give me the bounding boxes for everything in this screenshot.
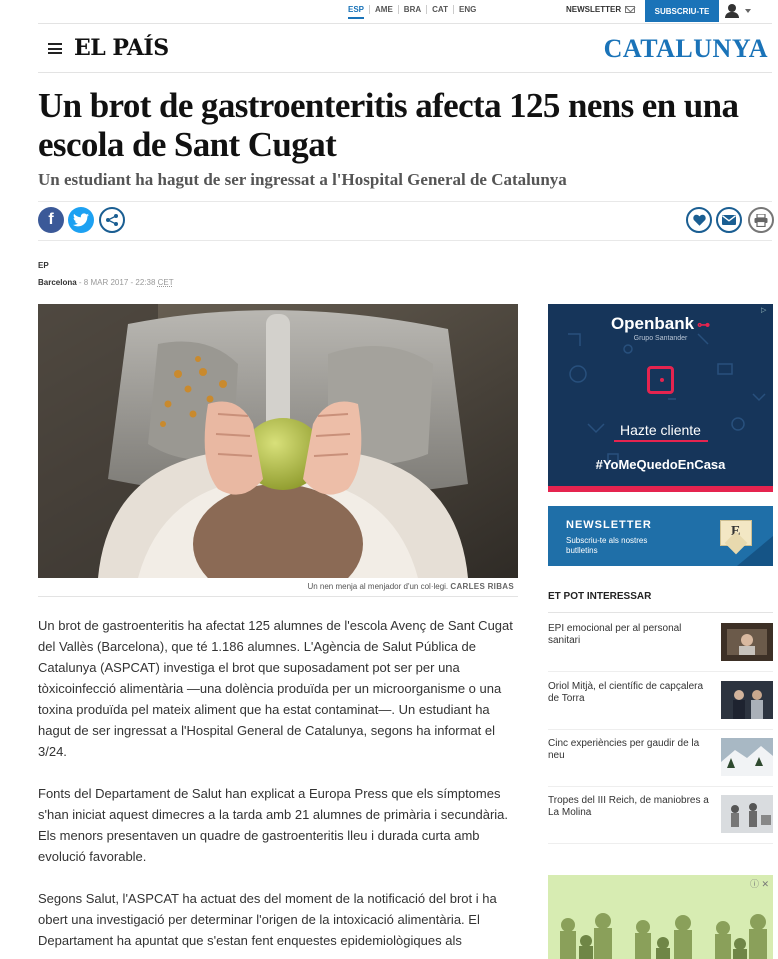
wallet-icon [647,366,674,394]
site-logo[interactable]: EL PAÍS [74,35,169,61]
photo-child-eating-apple [38,304,518,578]
ad-stripe [548,486,773,492]
related-item-title[interactable]: Tropes del III Reich, de maniobres a La … [548,795,712,819]
share-icon [106,214,118,226]
newsletter-promo[interactable]: NEWSLETTER Subscriu-te als nostres butll… [548,506,773,566]
edition-cat[interactable]: CAT [426,5,453,14]
newsletter-subtitle: Subscriu-te als nostres butlletins [566,536,648,555]
related-item-thumbnail[interactable] [721,738,773,776]
divider [38,596,518,597]
share-button[interactable] [99,207,125,233]
divider [548,612,773,613]
related-item-thumbnail[interactable] [721,681,773,719]
save-favorite-button[interactable] [686,207,712,233]
related-section-title: ET POT INTERESSAR [548,591,652,602]
ad-cta[interactable]: Hazte cliente [548,422,773,438]
ad-close-icon[interactable]: ⓘ ✕ [750,877,769,890]
article-body: Un brot de gastroenteritis ha afectat 12… [38,615,520,959]
twitter-icon [73,213,89,227]
edition-selector: ESP AME BRA CAT ENG [348,5,481,14]
print-button[interactable] [748,207,774,233]
related-item[interactable]: Tropes del III Reich, de maniobres a La … [548,795,773,845]
related-item-title[interactable]: Cinc experiències per gaudir de la neu [548,738,712,762]
ad-image-toy-soldiers [548,875,773,959]
envelope-icon [625,6,636,13]
newsletter-label: NEWSLETTER [566,5,622,14]
photo-caption: Un nen menja al menjador d'un col·legi. … [38,582,514,591]
paragraph: Fonts del Departament de Salut han expli… [38,786,509,864]
newsletter-link[interactable]: NEWSLETTER [566,5,636,14]
edition-esp[interactable]: ESP [348,5,369,14]
twitter-share-button[interactable] [68,207,94,233]
dateline: Barcelona - 8 MAR 2017 - 22:38 CET [38,278,174,287]
paragraph: Segons Salut, l'ASPCAT ha actuat des del… [38,891,497,948]
related-item-title[interactable]: Oriol Mitjà, el científic de capçalera d… [548,681,712,705]
newsletter-title: NEWSLETTER [566,519,652,531]
author-name[interactable]: EP [38,261,49,270]
divider [38,201,772,202]
active-edition-indicator [348,17,364,19]
paragraph: Un brot de gastroenteritis ha afectat 12… [38,618,513,759]
divider [548,671,773,672]
edition-bra[interactable]: BRA [397,5,426,14]
facebook-share-button[interactable]: f [38,207,64,233]
envelope-icon [722,215,736,225]
article-headline: Un brot de gastroenteritis afecta 125 ne… [38,86,739,164]
menu-icon[interactable] [48,43,62,54]
divider [548,843,773,844]
timezone: CET [157,278,174,287]
ad-brand-sub: Grupo Santander [633,335,688,342]
article-photo[interactable] [38,304,518,578]
section-title[interactable]: CATALUNYA [604,34,768,64]
edition-ame[interactable]: AME [369,5,398,14]
advertisement-bottom[interactable]: ⓘ ✕ [548,875,773,959]
ad-hashtag: #YoMeQuedoEnCasa [595,457,726,472]
ad-brand-name: Openbank [610,314,695,333]
divider [548,729,773,730]
user-icon[interactable] [724,4,740,18]
photo-credit: CARLES RIBAS [450,582,514,591]
related-item-thumbnail[interactable] [721,623,773,661]
chevron-down-icon[interactable] [745,9,751,13]
ad-cta-underline [614,440,708,442]
email-share-button[interactable] [716,207,742,233]
divider [38,240,772,241]
heart-icon [692,214,706,226]
subscribe-button[interactable]: SUBSCRIU-TE [645,0,719,22]
publish-date: 8 MAR 2017 - 22:38 [83,278,156,287]
ad-brand: Openbank ⊶ [548,314,773,334]
divider [38,23,772,24]
related-item-title[interactable]: EPI emocional per al personal sanitari [548,623,712,647]
article-subheadline: Un estudiant ha hagut de ser ingressat a… [38,170,567,189]
related-item[interactable]: Oriol Mitjà, el científic de capçalera d… [548,681,773,731]
related-item[interactable]: Cinc experiències per gaudir de la neu [548,738,773,788]
facebook-icon: f [48,211,54,228]
edition-eng[interactable]: ENG [453,5,481,14]
location: Barcelona [38,278,77,287]
key-icon: ⊶ [697,317,711,332]
advertisement-openbank[interactable]: ▷ Openbank ⊶ Grupo Santander Hazte client… [548,304,773,492]
divider [548,786,773,787]
caption-text: Un nen menja al menjador d'un col·legi. [307,582,449,591]
related-item-thumbnail[interactable] [721,795,773,833]
related-item[interactable]: EPI emocional per al personal sanitari [548,623,773,673]
divider [38,72,772,73]
top-bar: ESP AME BRA CAT ENG NEWSLETTER SUBSCRIU-… [0,0,778,22]
newsletter-envelope-icon [720,520,752,546]
printer-icon [754,213,768,227]
